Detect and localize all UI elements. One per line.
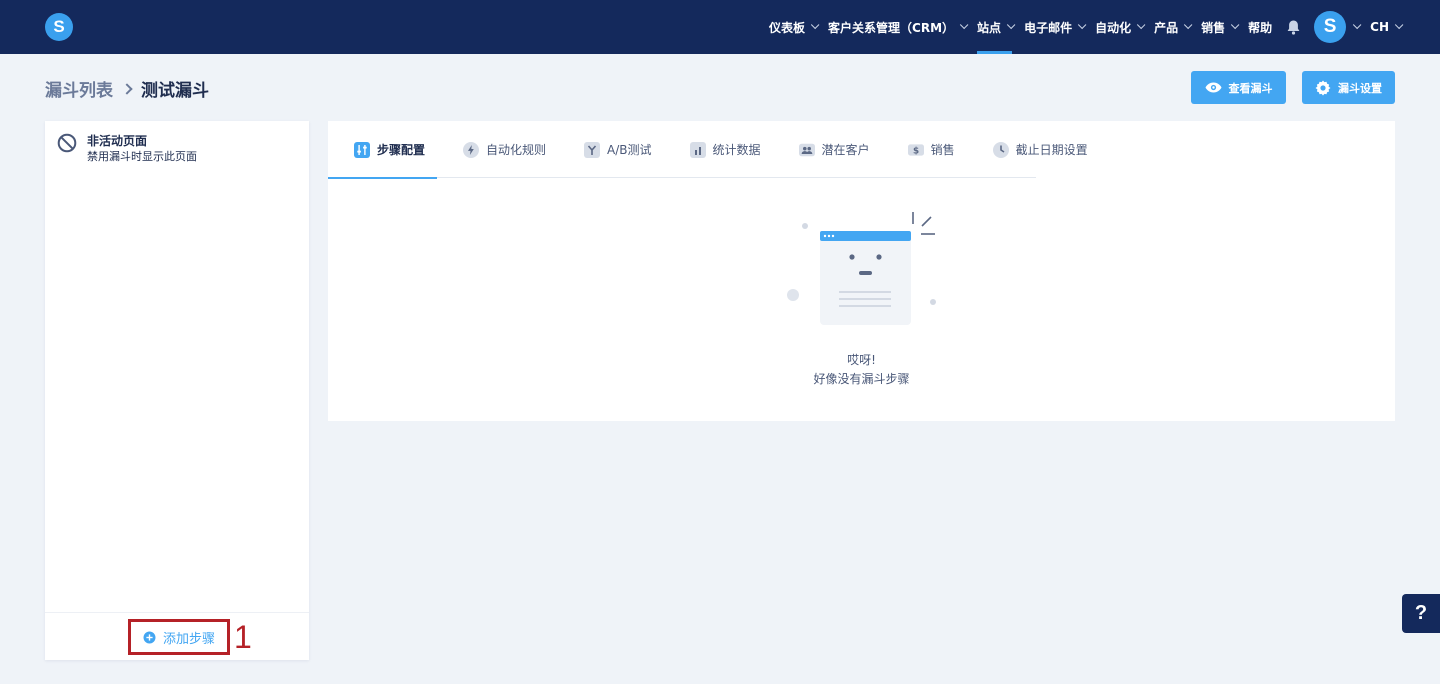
plus-circle-icon xyxy=(143,631,156,643)
app-logo[interactable]: S xyxy=(45,13,73,41)
chevron-down-icon xyxy=(1394,20,1404,30)
nav-item-email[interactable]: 电子邮件 xyxy=(1024,0,1087,54)
language-selector[interactable]: CH xyxy=(1370,0,1404,54)
chevron-down-icon[interactable] xyxy=(1353,20,1362,30)
nav-item-automation[interactable]: 自动化 xyxy=(1095,0,1146,54)
clock-icon xyxy=(992,141,1009,158)
top-navbar: S 仪表板 客户关系管理（CRM） 站点 电子邮件 自动化 产品 销售 帮助 S… xyxy=(0,0,1440,54)
breadcrumb-funnel-list[interactable]: 漏斗列表 xyxy=(45,76,113,101)
inactive-page-title: 非活动页面 xyxy=(87,134,148,148)
bell-icon[interactable] xyxy=(1286,19,1300,35)
split-icon xyxy=(584,141,601,158)
dollar-icon: $ xyxy=(907,142,924,158)
tab-ab-test[interactable]: A/B测试 xyxy=(558,121,664,178)
nav-item-sales[interactable]: 销售 xyxy=(1201,0,1240,54)
empty-state: 哎呀! 好像没有漏斗步骤 xyxy=(328,178,1395,421)
funnel-steps-panel: 非活动页面 禁用漏斗时显示此页面 添加步骤 1 xyxy=(45,121,309,660)
page-title: 测试漏斗 xyxy=(141,81,209,101)
chevron-down-icon xyxy=(1231,20,1240,30)
bar-chart-icon xyxy=(689,141,706,158)
sliders-icon xyxy=(354,141,370,158)
nav-item-products[interactable]: 产品 xyxy=(1154,0,1193,54)
user-avatar[interactable]: S xyxy=(1314,11,1347,43)
tab-leads[interactable]: 潜在客户 xyxy=(773,121,882,178)
funnel-config-panel: 步骤配置 自动化规则 A/B测试 统计数据 潜在客户 $ 销售 截止日期设置 哎… xyxy=(328,121,1395,421)
chevron-down-icon xyxy=(1077,20,1087,30)
config-tabs: 步骤配置 自动化规则 A/B测试 统计数据 潜在客户 $ 销售 截止日期设置 xyxy=(328,121,1088,179)
chevron-down-icon xyxy=(810,20,820,30)
chevron-right-icon xyxy=(121,82,133,95)
inactive-page-subtitle: 禁用漏斗时显示此页面 xyxy=(87,150,197,163)
chevron-down-icon xyxy=(1006,20,1016,30)
svg-text:$: $ xyxy=(913,146,919,156)
chevron-down-icon xyxy=(959,20,969,30)
nav-item-sites[interactable]: 站点 xyxy=(977,0,1016,54)
bolt-icon xyxy=(463,141,480,158)
funnel-settings-button[interactable]: 漏斗设置 xyxy=(1302,71,1395,104)
ban-icon xyxy=(57,133,77,153)
eye-icon xyxy=(1205,82,1221,93)
nav-item-dashboard[interactable]: 仪表板 xyxy=(769,0,820,54)
users-icon xyxy=(798,142,815,158)
empty-state-subtitle: 好像没有漏斗步骤 xyxy=(813,372,910,386)
main-nav: 仪表板 客户关系管理（CRM） 站点 电子邮件 自动化 产品 销售 帮助 S C… xyxy=(757,0,1404,54)
tab-statistics[interactable]: 统计数据 xyxy=(664,121,773,178)
chevron-down-icon xyxy=(1136,20,1146,30)
gear-icon xyxy=(1315,80,1331,95)
add-step-button[interactable]: 添加步骤 xyxy=(128,619,230,655)
help-button[interactable]: ? xyxy=(1402,594,1440,633)
annotation-number: 1 xyxy=(234,619,252,655)
view-funnel-button[interactable]: 查看漏斗 xyxy=(1191,71,1286,104)
nav-item-help[interactable]: 帮助 xyxy=(1248,0,1272,54)
tab-sales[interactable]: $ 销售 xyxy=(882,121,967,178)
tab-step-config[interactable]: 步骤配置 xyxy=(328,121,438,179)
chevron-down-icon xyxy=(1183,20,1193,30)
breadcrumb: 漏斗列表 测试漏斗 xyxy=(45,76,209,101)
empty-state-title: 哎呀! xyxy=(847,353,876,367)
tab-deadline-settings[interactable]: 截止日期设置 xyxy=(967,121,1100,178)
tab-automation-rules[interactable]: 自动化规则 xyxy=(437,121,558,178)
inactive-page-item[interactable]: 非活动页面 禁用漏斗时显示此页面 xyxy=(57,133,197,165)
left-panel-footer: 添加步骤 1 xyxy=(45,612,309,660)
empty-page-illustration xyxy=(787,212,936,325)
nav-item-crm[interactable]: 客户关系管理（CRM） xyxy=(828,0,969,54)
